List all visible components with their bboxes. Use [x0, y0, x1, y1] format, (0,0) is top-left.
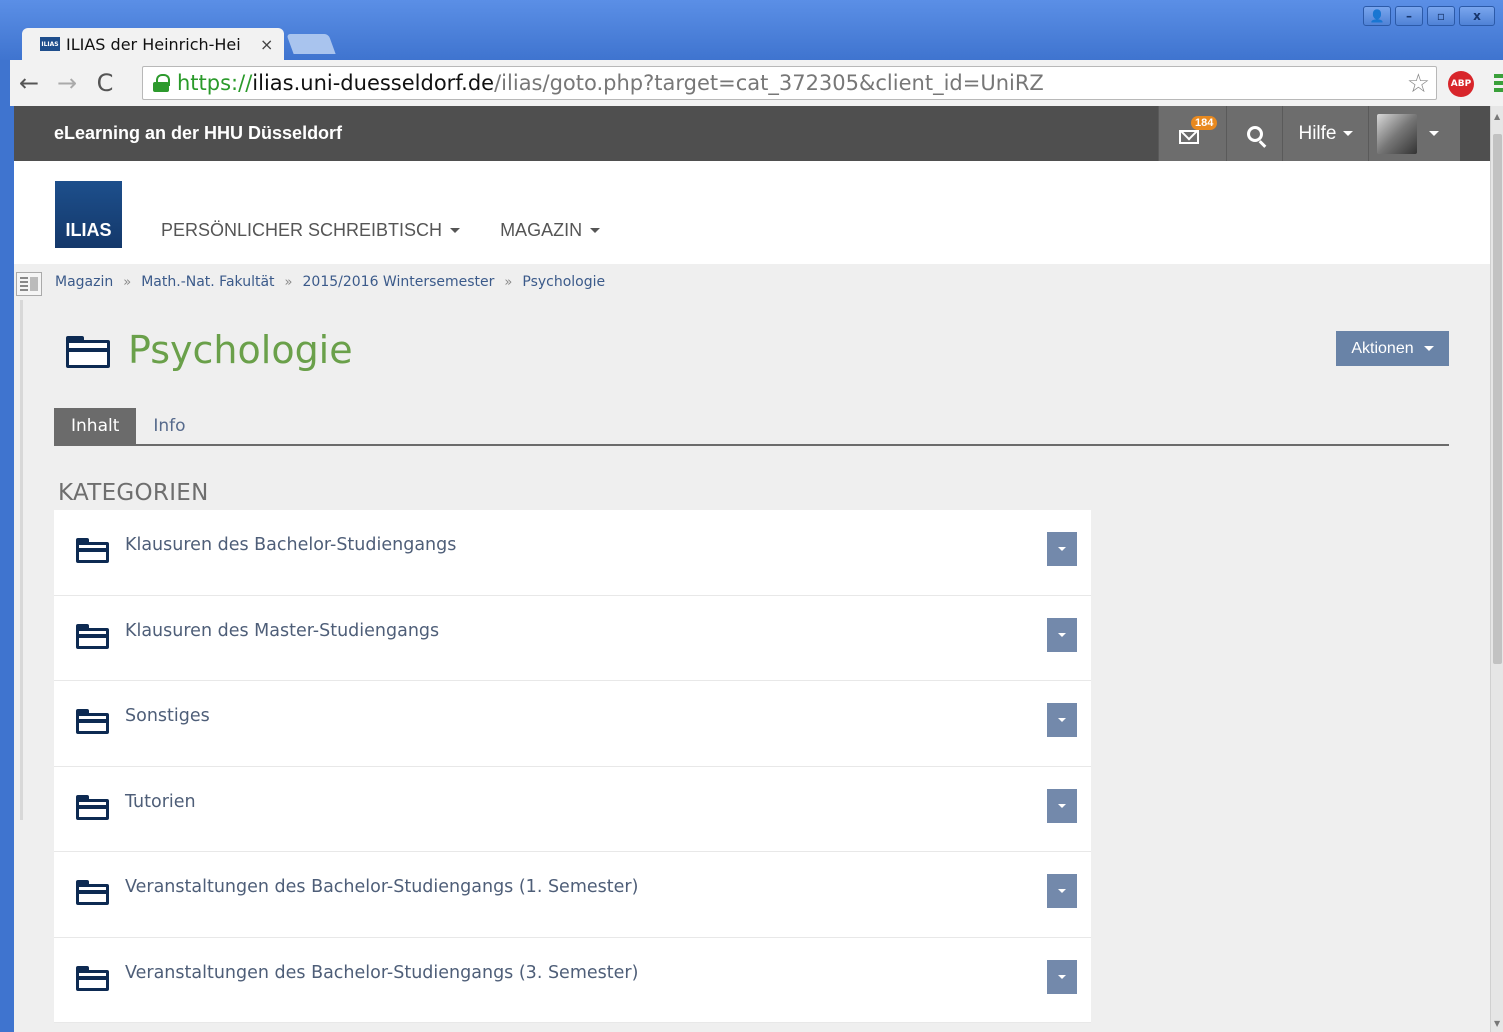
adblock-icon[interactable]: ABP: [1448, 71, 1474, 97]
search-icon: [1246, 125, 1263, 142]
mail-count-badge: 184: [1191, 116, 1218, 130]
folder-icon: [76, 538, 109, 563]
page-viewport: eLearning an der HHU Düsseldorf 184 Hilf…: [14, 106, 1490, 1032]
new-tab-button[interactable]: [286, 34, 336, 54]
help-menu[interactable]: Hilfe: [1282, 106, 1368, 161]
main-navigation: PERSÖNLICHER SCHREIBTISCH MAGAZIN: [161, 220, 601, 241]
item-title-link[interactable]: Sonstiges: [125, 706, 210, 726]
chevron-down-icon: [1058, 803, 1066, 808]
browser-tab[interactable]: ILIAS ILIAS der Heinrich-Hei ×: [22, 28, 284, 60]
nav-label: PERSÖNLICHER SCHREIBTISCH: [161, 220, 443, 240]
browser-toolbar: ← → C https://ilias.uni-duesseldorf.de/i…: [10, 60, 1503, 106]
scroll-down-icon[interactable]: ▼: [1494, 1019, 1500, 1028]
reload-icon[interactable]: C: [86, 69, 124, 97]
mail-button[interactable]: 184: [1158, 106, 1226, 161]
folder-icon: [76, 794, 109, 820]
breadcrumb-item[interactable]: Math.-Nat. Fakultät: [141, 274, 274, 290]
breadcrumb: Magazin » Math.-Nat. Fakultät » 2015/201…: [55, 274, 605, 290]
item-actions-dropdown[interactable]: [1047, 874, 1077, 908]
browser-menu-icon[interactable]: [1494, 74, 1503, 92]
left-slate-divider: [20, 300, 23, 820]
ilias-favicon-icon: ILIAS: [40, 37, 60, 51]
maximize-button[interactable]: ▫: [1427, 6, 1455, 26]
user-menu[interactable]: [1368, 106, 1460, 161]
bookmark-star-icon[interactable]: ☆: [1407, 69, 1430, 99]
chevron-down-icon: [1058, 718, 1066, 722]
section-title: KATEGORIEN: [58, 480, 209, 506]
chevron-down-icon: [1058, 974, 1066, 979]
lock-icon: [153, 74, 170, 92]
item-title-link[interactable]: Veranstaltungen des Bachelor-Studiengang…: [125, 877, 638, 897]
avatar: [1377, 113, 1417, 154]
folder-icon: [76, 965, 109, 991]
back-arrow-icon[interactable]: ←: [10, 69, 48, 97]
page-scrollbar[interactable]: ▲ ▼: [1490, 106, 1503, 1032]
actions-label: Aktionen: [1351, 339, 1414, 357]
folder-icon: [76, 623, 109, 649]
breadcrumb-item[interactable]: Magazin: [55, 274, 113, 290]
chevron-down-icon: [1429, 131, 1439, 136]
top-bar: eLearning an der HHU Düsseldorf 184 Hilf…: [14, 106, 1490, 161]
tab-close-icon[interactable]: ×: [260, 35, 273, 54]
minimize-button[interactable]: –: [1395, 6, 1423, 26]
chevron-down-icon: [1058, 547, 1066, 551]
breadcrumb-separator: »: [504, 274, 513, 290]
item-title-link[interactable]: Veranstaltungen des Bachelor-Studiengang…: [125, 963, 638, 983]
chevron-down-icon: [450, 228, 461, 233]
main-header: ILIAS PERSÖNLICHER SCHREIBTISCH MAGAZIN: [14, 161, 1490, 264]
user-icon[interactable]: 👤: [1363, 6, 1391, 26]
list-item[interactable]: Tutorien: [54, 767, 1091, 852]
chevron-down-icon: [1058, 632, 1066, 637]
window-controls: 👤 – ▫ x: [1363, 6, 1495, 26]
tab-inhalt[interactable]: Inhalt: [54, 408, 137, 444]
close-window-button[interactable]: x: [1459, 6, 1495, 26]
scroll-up-icon[interactable]: ▲: [1494, 112, 1500, 121]
top-bar-actions: 184 Hilfe: [1158, 106, 1460, 161]
breadcrumb-item[interactable]: Psychologie: [522, 274, 605, 290]
item-title-link[interactable]: Klausuren des Master-Studiengangs: [125, 621, 439, 641]
folder-icon: [76, 709, 109, 734]
category-folder-icon: [66, 336, 110, 368]
browser-window: 👤 – ▫ x ILIAS ILIAS der Heinrich-Hei × ←…: [0, 0, 1503, 1032]
chevron-down-icon: [1058, 889, 1066, 893]
forward-arrow-icon[interactable]: →: [48, 69, 86, 97]
address-bar[interactable]: https://ilias.uni-duesseldorf.de/ilias/g…: [142, 66, 1437, 100]
folder-icon: [76, 880, 109, 905]
breadcrumb-item[interactable]: 2015/2016 Wintersemester: [303, 274, 495, 290]
item-actions-dropdown[interactable]: [1047, 532, 1077, 566]
chevron-down-icon: [590, 228, 601, 233]
search-button[interactable]: [1226, 106, 1282, 161]
scrollbar-thumb[interactable]: [1493, 134, 1502, 664]
breadcrumb-separator: »: [284, 274, 293, 290]
nav-personal-desktop[interactable]: PERSÖNLICHER SCHREIBTISCH: [161, 220, 461, 241]
chevron-down-icon: [1423, 346, 1434, 351]
nav-label: MAGAZIN: [500, 220, 583, 240]
item-actions-dropdown[interactable]: [1047, 703, 1077, 737]
item-actions-dropdown[interactable]: [1047, 788, 1077, 823]
breadcrumb-separator: »: [123, 274, 132, 290]
content-tabs: Inhalt Info: [54, 408, 1449, 446]
ilias-logo[interactable]: ILIAS: [55, 181, 122, 248]
actions-button[interactable]: Aktionen: [1336, 331, 1449, 366]
nav-repository[interactable]: MAGAZIN: [500, 220, 601, 241]
list-item[interactable]: Veranstaltungen des Bachelor-Studiengang…: [54, 938, 1091, 1023]
list-item[interactable]: Klausuren des Bachelor-Studiengangs: [54, 510, 1091, 596]
category-list: Klausuren des Bachelor-Studiengangs Klau…: [54, 510, 1091, 1023]
site-title: eLearning an der HHU Düsseldorf: [54, 123, 343, 143]
tab-title: ILIAS der Heinrich-Hei: [66, 34, 241, 54]
item-title-link[interactable]: Klausuren des Bachelor-Studiengangs: [125, 535, 456, 555]
url-text: https://ilias.uni-duesseldorf.de/ilias/g…: [177, 71, 1044, 95]
item-actions-dropdown[interactable]: [1047, 617, 1077, 652]
mail-icon: [1178, 129, 1199, 144]
chevron-down-icon: [1342, 131, 1353, 136]
list-item[interactable]: Veranstaltungen des Bachelor-Studiengang…: [54, 852, 1091, 938]
tree-toggle-icon[interactable]: [16, 272, 42, 296]
item-actions-dropdown[interactable]: [1047, 959, 1077, 994]
tab-info[interactable]: Info: [136, 408, 202, 444]
item-title-link[interactable]: Tutorien: [125, 792, 196, 812]
help-label: Hilfe: [1298, 122, 1337, 144]
list-item[interactable]: Klausuren des Master-Studiengangs: [54, 596, 1091, 681]
page-title: Psychologie: [128, 328, 353, 372]
list-item[interactable]: Sonstiges: [54, 681, 1091, 767]
